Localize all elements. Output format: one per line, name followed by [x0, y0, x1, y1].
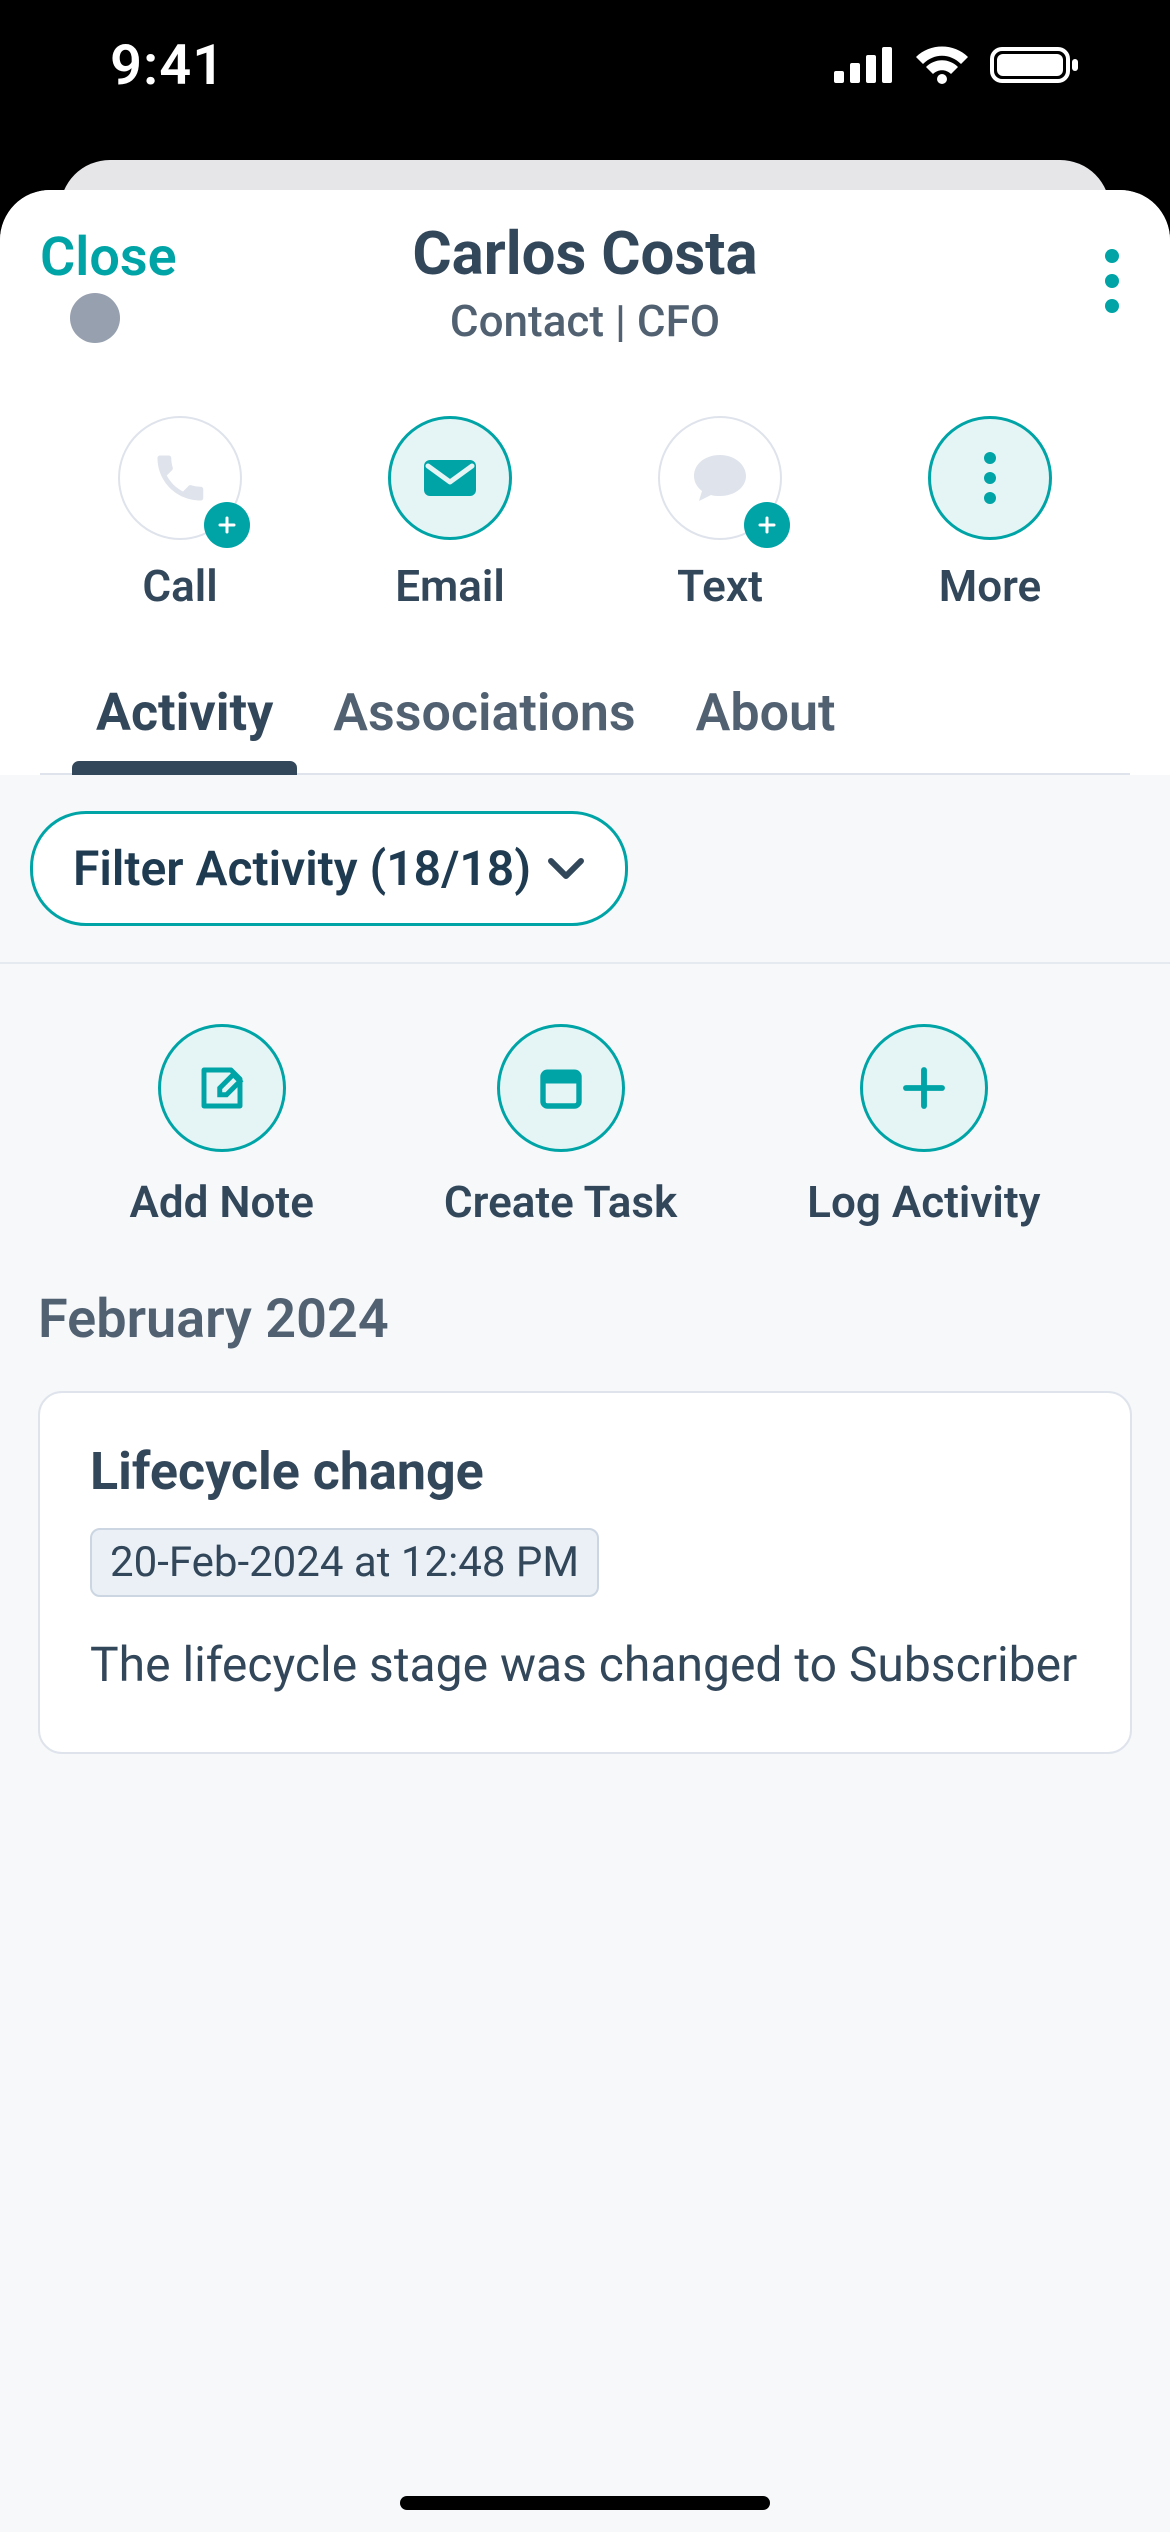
note-icon	[195, 1061, 249, 1115]
phone-icon	[150, 448, 210, 508]
sheet-header: Close Carlos Costa Contact | CFO	[0, 190, 1170, 775]
add-note-label: Add Note	[130, 1176, 314, 1228]
filter-bar: Filter Activity (18/18)	[0, 775, 1170, 964]
tab-activity[interactable]: Activity	[96, 682, 273, 773]
email-label: Email	[395, 560, 505, 612]
cellular-icon	[834, 47, 894, 83]
more-menu-button[interactable]	[1094, 226, 1130, 340]
log-activity-button[interactable]: Log Activity	[807, 1024, 1040, 1228]
tab-associations[interactable]: Associations	[333, 682, 635, 773]
status-time: 9:41	[110, 32, 225, 98]
secondary-actions-row: Add Note Create Task Log Activity	[0, 964, 1170, 1248]
quick-actions-row: Call Email	[40, 376, 1130, 652]
plus-badge-icon	[204, 502, 250, 548]
text-button[interactable]: Text	[635, 416, 805, 612]
kebab-icon	[983, 450, 997, 506]
filter-activity-button[interactable]: Filter Activity (18/18)	[30, 811, 628, 926]
status-bar: 9:41	[0, 0, 1170, 130]
tabs: Activity Associations About	[40, 652, 1130, 775]
close-button[interactable]: Close	[40, 226, 177, 289]
wifi-icon	[914, 45, 970, 85]
log-activity-label: Log Activity	[807, 1176, 1040, 1228]
more-actions-button[interactable]: More	[905, 416, 1075, 612]
email-button[interactable]: Email	[365, 416, 535, 612]
plus-badge-icon	[744, 502, 790, 548]
timeline-month-heading: February 2024	[0, 1248, 1170, 1371]
activity-card-body: The lifecycle stage was changed to Subsc…	[90, 1633, 1080, 1698]
tab-about[interactable]: About	[696, 682, 836, 773]
call-label: Call	[142, 560, 217, 612]
more-label: More	[939, 560, 1042, 612]
chat-icon	[690, 451, 750, 505]
activity-card-datetime: 20-Feb-2024 at 12:48 PM	[90, 1528, 599, 1597]
battery-icon	[990, 45, 1080, 85]
activity-card[interactable]: Lifecycle change 20-Feb-2024 at 12:48 PM…	[38, 1391, 1132, 1754]
create-task-label: Create Task	[444, 1176, 677, 1228]
plus-icon	[897, 1061, 951, 1115]
email-icon	[422, 458, 478, 498]
call-button[interactable]: Call	[95, 416, 265, 612]
task-icon	[534, 1061, 588, 1115]
activity-card-title: Lifecycle change	[90, 1441, 1080, 1502]
create-task-button[interactable]: Create Task	[444, 1024, 677, 1228]
avatar	[70, 293, 120, 343]
text-label: Text	[677, 560, 763, 612]
filter-label: Filter Activity (18/18)	[73, 840, 531, 897]
contact-sheet: Close Carlos Costa Contact | CFO	[0, 190, 1170, 2532]
status-icons	[834, 45, 1080, 85]
kebab-icon	[1104, 246, 1120, 316]
add-note-button[interactable]: Add Note	[130, 1024, 314, 1228]
home-indicator	[400, 2496, 770, 2510]
chevron-down-icon	[547, 857, 585, 881]
